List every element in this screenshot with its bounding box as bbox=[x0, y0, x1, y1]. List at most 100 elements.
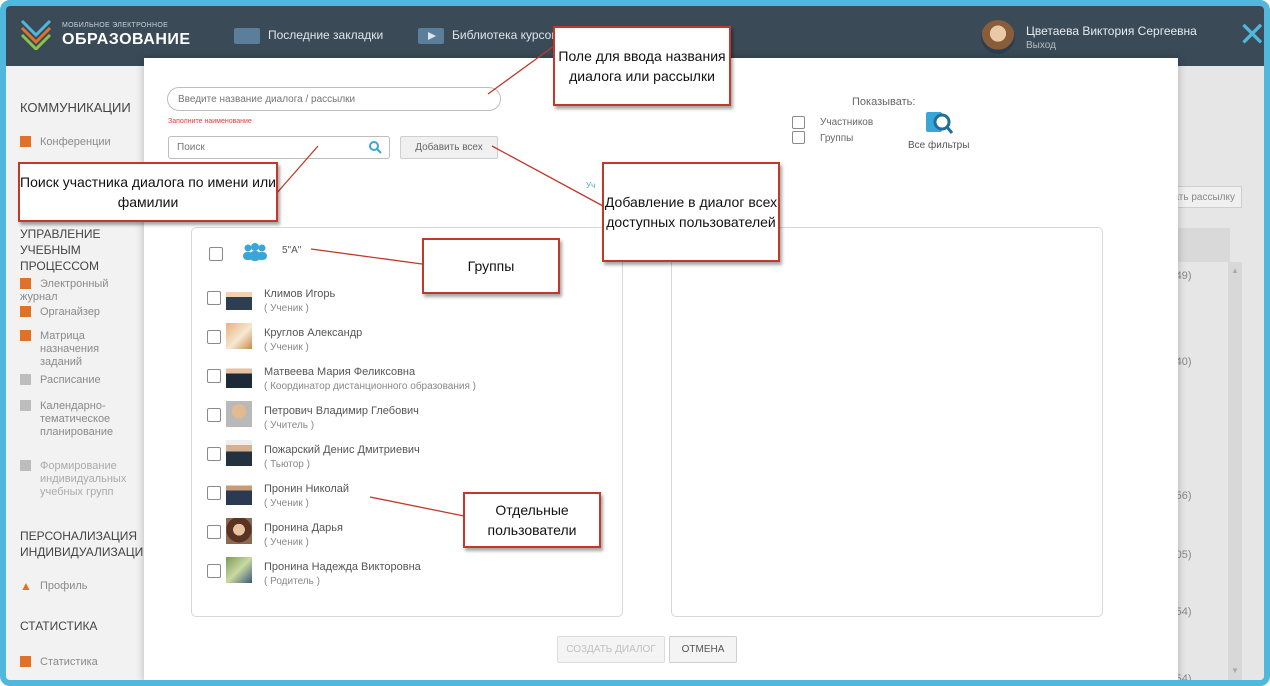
callout-users: Отдельные пользователи bbox=[463, 492, 601, 548]
calendar-icon bbox=[20, 306, 31, 317]
sidebar-item-label: Календарно-тематическое планирование bbox=[40, 400, 114, 438]
name-error-message: Заполните наименование bbox=[168, 118, 252, 125]
user-role: ( Ученик ) bbox=[264, 498, 309, 509]
sidebar-section-personalization: ПЕРСОНАЛИЗАЦИЯ ИНДИВИДУАЛИЗАЦИЯ bbox=[20, 529, 152, 559]
user-checkbox[interactable] bbox=[207, 291, 221, 305]
sidebar-item-planning[interactable]: Календарно-тематическое планирование bbox=[20, 400, 140, 439]
sidebar-item-label: Матрица назначения заданий bbox=[40, 330, 100, 368]
background-scrollbar[interactable]: ▲ ▼ bbox=[1228, 262, 1242, 680]
user-avatar[interactable] bbox=[981, 20, 1015, 54]
nav-library-label: Библиотека курсов bbox=[452, 28, 558, 43]
matrix-icon bbox=[20, 330, 31, 341]
planning-icon bbox=[20, 400, 31, 411]
sidebar-section-learning: УПРАВЛЕНИЕ УЧЕБНЫМ ПРОЦЕССОМ bbox=[20, 227, 101, 273]
avatar bbox=[226, 518, 252, 544]
callout-search: Поиск участника диалога по имени или фам… bbox=[18, 162, 278, 222]
user-name[interactable]: Круглов Александр bbox=[264, 327, 362, 339]
statistics-icon bbox=[20, 656, 31, 667]
user-role: ( Ученик ) bbox=[264, 537, 309, 548]
avatar bbox=[226, 557, 252, 583]
sidebar-item-journal[interactable]: Электронный журнал bbox=[20, 278, 146, 304]
schedule-icon bbox=[20, 374, 31, 385]
scroll-up-icon: ▲ bbox=[1231, 266, 1239, 275]
user-checkbox[interactable] bbox=[207, 525, 221, 539]
group-name: 5"А" bbox=[282, 245, 302, 256]
sidebar-item-label: Электронный журнал bbox=[20, 278, 109, 303]
user-checkbox[interactable] bbox=[207, 447, 221, 461]
avatar bbox=[226, 479, 252, 505]
sidebar-item-label: Расписание bbox=[40, 374, 101, 386]
sidebar-item-statistics[interactable]: Статистика bbox=[20, 656, 98, 669]
cancel-button[interactable]: ОТМЕНА bbox=[669, 636, 737, 663]
sidebar-section-communications: КОММУНИКАЦИИ bbox=[20, 100, 131, 115]
sidebar-item-organizer[interactable]: Органайзер bbox=[20, 306, 100, 319]
sidebar-item-groups[interactable]: Формирование индивидуальных учебных груп… bbox=[20, 460, 140, 499]
user-checkbox[interactable] bbox=[207, 369, 221, 383]
close-icon[interactable]: ✕ bbox=[1238, 18, 1264, 52]
sidebar-item-label: Статистика bbox=[40, 656, 98, 668]
user-name[interactable]: Пронина Надежда Викторовна bbox=[264, 561, 421, 573]
journal-icon bbox=[20, 278, 31, 289]
selected-participants-panel bbox=[671, 227, 1103, 617]
avatar bbox=[226, 440, 252, 466]
participants-filter-checkbox[interactable] bbox=[792, 116, 805, 129]
avatar bbox=[226, 401, 252, 427]
all-filters-link[interactable]: Все фильтры bbox=[908, 140, 969, 151]
group-people-icon bbox=[243, 243, 267, 261]
user-name[interactable]: Петрович Владимир Глебович bbox=[264, 405, 419, 417]
user-name[interactable]: Климов Игорь bbox=[264, 288, 335, 300]
participants-filter-label: Участников bbox=[820, 117, 874, 128]
user-role: ( Учитель ) bbox=[264, 420, 315, 431]
screenshot-frame: МОБИЛЬНОЕ ЭЛЕКТРОННОЕ ОБРАЗОВАНИЕ Послед… bbox=[0, 0, 1270, 686]
search-icon[interactable] bbox=[368, 140, 382, 154]
groups-icon bbox=[20, 460, 31, 471]
create-dialog-modal: Заполните наименование Добавить всех Пок… bbox=[144, 58, 1178, 680]
bookmarks-icon bbox=[234, 28, 260, 44]
participants-link[interactable]: Уч bbox=[586, 181, 595, 190]
sidebar-item-label: Профиль bbox=[40, 580, 88, 592]
person-icon: ▲ bbox=[20, 579, 32, 593]
user-role: ( Ученик ) bbox=[264, 303, 309, 314]
user-name[interactable]: Цветаева Виктория Сергеевна bbox=[1026, 24, 1197, 38]
sidebar-item-label: Органайзер bbox=[40, 306, 101, 318]
sidebar-section-statistics: СТАТИСТИКА bbox=[20, 619, 98, 633]
logo-small-text: МОБИЛЬНОЕ ЭЛЕКТРОННОЕ bbox=[62, 22, 169, 29]
groups-filter-checkbox[interactable] bbox=[792, 131, 805, 144]
user-role: ( Родитель ) bbox=[264, 576, 320, 587]
avatar bbox=[226, 284, 252, 310]
sidebar-item-label: Конференции bbox=[40, 136, 111, 148]
create-dialog-button[interactable]: СОЗДАТЬ ДИАЛОГ bbox=[557, 636, 665, 663]
sidebar-item-conferences[interactable]: Конференции bbox=[20, 136, 111, 149]
user-checkbox[interactable] bbox=[207, 408, 221, 422]
callout-groups: Группы bbox=[422, 238, 560, 294]
group-checkbox[interactable] bbox=[209, 247, 223, 261]
avatar bbox=[226, 323, 252, 349]
callout-name-field: Поле для ввода названия диалога или расс… bbox=[553, 26, 731, 106]
user-role: ( Тьютор ) bbox=[264, 459, 310, 470]
add-all-button[interactable]: Добавить всех bbox=[400, 136, 498, 159]
logout-link[interactable]: Выход bbox=[1026, 40, 1056, 51]
user-checkbox[interactable] bbox=[207, 564, 221, 578]
video-library-icon bbox=[418, 28, 444, 44]
filter-search-icon[interactable] bbox=[924, 108, 954, 136]
sidebar-item-label: Формирование индивидуальных учебных груп… bbox=[40, 460, 127, 498]
nav-bookmarks[interactable]: Последние закладки bbox=[234, 28, 383, 44]
user-checkbox[interactable] bbox=[207, 486, 221, 500]
sidebar-item-profile[interactable]: ▲ Профиль bbox=[20, 580, 88, 593]
dialog-name-input[interactable] bbox=[167, 87, 501, 111]
sidebar-item-matrix[interactable]: Матрица назначения заданий bbox=[20, 330, 140, 369]
user-name[interactable]: Пронина Дарья bbox=[264, 522, 343, 534]
avatar bbox=[226, 362, 252, 388]
nav-library[interactable]: Библиотека курсов bbox=[418, 28, 558, 44]
callout-add-all: Добавление в диалог всех доступных польз… bbox=[602, 162, 780, 262]
user-checkbox[interactable] bbox=[207, 330, 221, 344]
participant-search-input[interactable] bbox=[168, 136, 390, 159]
sidebar-item-schedule[interactable]: Расписание bbox=[20, 374, 101, 387]
user-name[interactable]: Матвеева Мария Феликсовна bbox=[264, 366, 415, 378]
logo-mark-icon bbox=[20, 20, 52, 50]
user-name[interactable]: Пронин Николай bbox=[264, 483, 349, 495]
app-logo[interactable]: МОБИЛЬНОЕ ЭЛЕКТРОННОЕ ОБРАЗОВАНИЕ bbox=[20, 18, 190, 54]
user-name[interactable]: Пожарский Денис Дмитриевич bbox=[264, 444, 420, 456]
show-filter-label: Показывать: bbox=[852, 96, 916, 108]
groups-filter-label: Группы bbox=[820, 133, 854, 144]
